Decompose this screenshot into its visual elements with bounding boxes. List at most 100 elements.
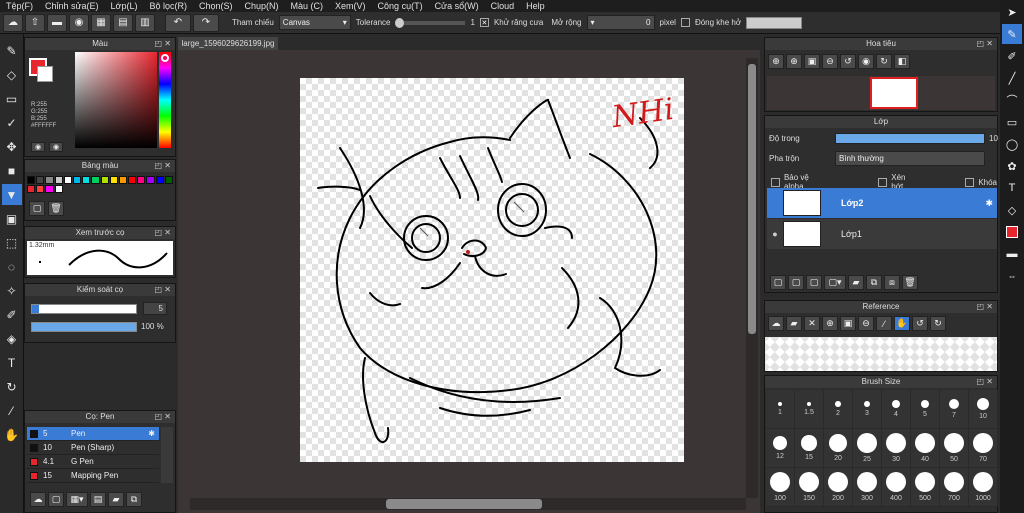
drawing-canvas[interactable]: NHi xyxy=(300,78,684,462)
brush-size-cell[interactable]: 500 xyxy=(911,468,940,507)
brush-folder-icon[interactable]: ▰ xyxy=(108,492,124,507)
menu-capture[interactable]: Chụp(N) xyxy=(239,1,285,11)
brush-size-cell[interactable]: 7 xyxy=(940,390,969,429)
brush-size-cell[interactable]: 2 xyxy=(824,390,853,429)
gradient-icon[interactable]: ▣ xyxy=(2,208,22,229)
color-history-icon[interactable]: ◉ xyxy=(31,142,45,152)
eraser-icon[interactable]: ◇ xyxy=(1002,200,1022,220)
hatch-icon[interactable]: ▤ xyxy=(113,13,133,32)
clipping-checkbox[interactable] xyxy=(878,177,888,187)
menu-color[interactable]: Màu (C) xyxy=(285,1,330,11)
brush-opacity-slider[interactable] xyxy=(31,322,137,332)
select-pen-icon[interactable]: ✐ xyxy=(2,304,22,325)
horizontal-scrollbar[interactable] xyxy=(190,498,746,510)
navigator-viewport[interactable] xyxy=(870,77,918,109)
cloud-icon[interactable]: ☁ xyxy=(768,316,784,331)
cloud-icon[interactable]: ☁ xyxy=(3,13,23,32)
hand-icon[interactable]: ✋ xyxy=(894,316,910,331)
document-tab[interactable]: large_1596029626199.jpg xyxy=(178,37,278,50)
new-layer-icon[interactable]: ▢ xyxy=(770,275,786,290)
menu-cloud[interactable]: Cloud xyxy=(485,1,521,11)
close-gap-checkbox[interactable] xyxy=(680,18,690,27)
menu-edit[interactable]: Chỉnh sửa(E) xyxy=(39,1,105,11)
swap-arrows-icon[interactable]: ⇔ xyxy=(1002,266,1022,286)
grid-icon[interactable]: ▦ xyxy=(91,13,111,32)
menu-tools[interactable]: Công cụ(T) xyxy=(372,1,429,11)
eraser-icon[interactable]: ◇ xyxy=(2,64,22,85)
text-icon[interactable]: T xyxy=(1002,178,1022,198)
brush-size-cell[interactable]: 10 xyxy=(969,390,998,429)
eyedropper-icon[interactable]: ⁄ xyxy=(2,400,22,421)
reset-icon[interactable]: ◉ xyxy=(858,54,874,69)
add-layer-dropdown-icon[interactable]: ▢▾ xyxy=(824,275,846,290)
reference-view[interactable] xyxy=(765,337,997,371)
eye-icon[interactable]: ● xyxy=(767,229,783,239)
zoom-icon[interactable]: ⊕ xyxy=(768,54,784,69)
undo-icon[interactable]: ↶ xyxy=(165,13,191,32)
brush-size-cell[interactable]: 50 xyxy=(940,429,969,468)
brush-size-cell[interactable]: 12 xyxy=(766,429,795,468)
antialias-checkbox[interactable]: ✕ xyxy=(479,18,489,27)
text-icon[interactable]: T xyxy=(2,352,22,373)
brush-size-cell[interactable]: 3 xyxy=(853,390,882,429)
brush-list-item[interactable]: 4.1 G Pen xyxy=(27,455,159,469)
flip-icon[interactable]: ◧ xyxy=(894,54,910,69)
pencil-icon[interactable]: ✐ xyxy=(1002,46,1022,66)
palette-swatch[interactable] xyxy=(137,176,146,184)
brush-size-cell[interactable]: 25 xyxy=(853,429,882,468)
fill-rect-icon[interactable]: ■ xyxy=(2,160,22,181)
vertical-scrollbar[interactable] xyxy=(746,58,758,498)
rotate-left-icon[interactable]: ↺ xyxy=(840,54,856,69)
hand-icon[interactable]: ✋ xyxy=(2,424,22,445)
brush-size-cell[interactable]: 100 xyxy=(766,468,795,507)
stroke-width-icon[interactable]: ▬ xyxy=(1002,244,1022,264)
palette-swatch[interactable] xyxy=(109,176,118,184)
rotate-right-icon[interactable]: ↻ xyxy=(930,316,946,331)
layer-row[interactable]: ● Lớp1 xyxy=(767,219,997,249)
brush-size-cell[interactable]: 150 xyxy=(795,468,824,507)
brush-size-cell[interactable]: 40 xyxy=(911,429,940,468)
delete-swatch-icon[interactable]: 🗑 xyxy=(48,201,64,216)
redo-icon[interactable]: ↷ xyxy=(193,13,219,32)
brush-size-slider[interactable] xyxy=(31,304,137,314)
brush-list-item[interactable]: 5 Pen ✱ xyxy=(27,427,159,441)
speech-bubble-icon[interactable]: ▬ xyxy=(47,13,67,32)
brush-size-cell[interactable]: 30 xyxy=(882,429,911,468)
merge-layer-icon[interactable]: ⧈ xyxy=(884,275,900,290)
palette-swatch[interactable] xyxy=(54,185,63,193)
export-icon[interactable]: ⇧ xyxy=(25,13,45,32)
saturation-value-picker[interactable] xyxy=(75,52,157,148)
brush-size-value[interactable]: 5 xyxy=(143,302,167,315)
brush-icon[interactable]: ✎ xyxy=(2,40,22,61)
speech-bubble-icon-2[interactable]: ◉ xyxy=(69,13,89,32)
palette-swatch[interactable] xyxy=(45,176,54,184)
red-color-icon[interactable] xyxy=(1002,222,1022,242)
menu-view[interactable]: Xem(V) xyxy=(329,1,372,11)
brush-size-cell[interactable]: 700 xyxy=(940,468,969,507)
brush-size-cell[interactable]: 4 xyxy=(882,390,911,429)
select-rect-icon[interactable]: ⬚ xyxy=(2,232,22,253)
palette-swatch[interactable] xyxy=(118,176,128,184)
palette-swatch[interactable] xyxy=(45,185,54,193)
background-color[interactable] xyxy=(37,66,53,82)
palette-swatch[interactable] xyxy=(54,176,63,184)
brush-copy-icon[interactable]: ▤ xyxy=(90,492,106,507)
protect-alpha-checkbox[interactable] xyxy=(771,177,780,187)
brush-size-cell[interactable]: 1000 xyxy=(969,468,998,507)
gear-icon[interactable]: ✱ xyxy=(985,198,993,209)
palette-swatch[interactable] xyxy=(155,176,164,184)
navigator-preview[interactable] xyxy=(767,76,995,110)
zoom-out-icon[interactable]: ⊖ xyxy=(858,316,874,331)
close-gap-input[interactable] xyxy=(746,16,803,29)
brush-size-cell[interactable]: 400 xyxy=(882,468,911,507)
menu-help[interactable]: Help xyxy=(520,1,551,11)
palette-swatch[interactable] xyxy=(36,185,45,193)
ellipse-icon[interactable]: ◯ xyxy=(1002,134,1022,154)
close-icon[interactable]: ✕ xyxy=(804,316,820,331)
menu-file[interactable]: Tệp(F) xyxy=(0,1,39,11)
magic-wand-icon[interactable]: ✧ xyxy=(2,280,22,301)
palette-swatch[interactable] xyxy=(128,176,137,184)
reference-select[interactable]: Canvas ▾ xyxy=(278,15,351,30)
palette-swatch[interactable] xyxy=(36,176,45,184)
palette-swatch[interactable] xyxy=(91,176,100,184)
